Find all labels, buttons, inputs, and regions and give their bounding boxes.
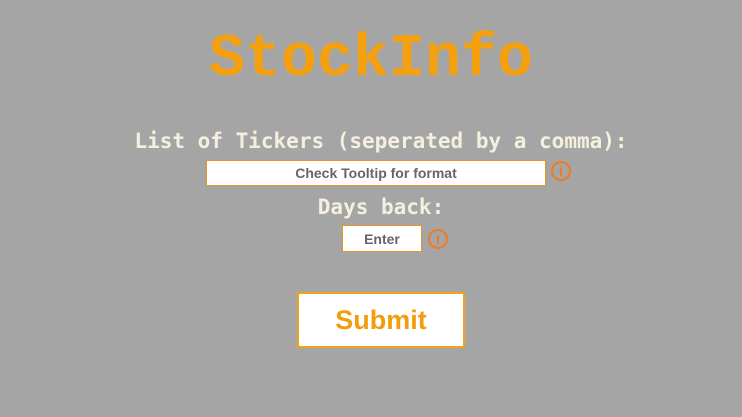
days-back-input[interactable] <box>342 225 422 252</box>
submit-button[interactable]: Submit <box>297 292 465 348</box>
info-glyph <box>560 166 562 176</box>
stockinfo-page: StockInfo List of Tickers (seperated by … <box>0 0 742 417</box>
tickers-input[interactable] <box>206 160 546 186</box>
app-title: StockInfo <box>208 26 534 94</box>
tickers-info-icon[interactable] <box>551 161 571 181</box>
info-glyph <box>437 234 439 244</box>
days-info-icon[interactable] <box>428 229 448 249</box>
tickers-label: List of Tickers (seperated by a comma): <box>134 129 628 153</box>
days-back-label: Days back: <box>317 195 445 219</box>
